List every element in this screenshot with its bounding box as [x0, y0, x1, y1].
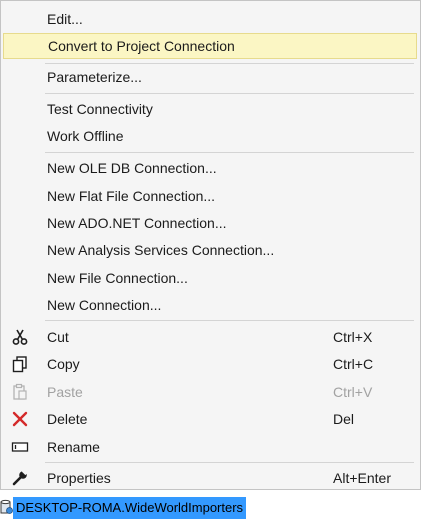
delete-x-icon [11, 410, 29, 428]
menu-item-label: New Analysis Services Connection... [47, 242, 275, 258]
connection-node-label: DESKTOP-ROMA.WideWorldImporters [13, 497, 247, 519]
wrench-icon [11, 468, 29, 487]
menu-item-work-offline[interactable]: Work Offline [3, 123, 417, 149]
menu-item-paste[interactable]: Paste Ctrl+V [3, 379, 417, 405]
paste-icon [11, 383, 29, 401]
menu-item-new-connection[interactable]: New Connection... [3, 292, 417, 318]
menu-item-label: New Flat File Connection... [47, 188, 216, 204]
menu-item-rename[interactable]: Rename [3, 434, 417, 460]
menu-item-label: Properties [47, 470, 111, 486]
menu-item-convert-to-project-connection[interactable]: Convert to Project Connection [3, 33, 417, 59]
menu-item-label: Convert to Project Connection [48, 38, 235, 54]
menu-item-label: New OLE DB Connection... [47, 160, 217, 176]
menu-item-label: Edit... [47, 11, 83, 27]
menu-item-label: Parameterize... [47, 69, 142, 85]
menu-item-new-analysis-services-connection[interactable]: New Analysis Services Connection... [3, 237, 417, 263]
menu-item-copy[interactable]: Copy Ctrl+C [3, 351, 417, 377]
menu-item-cut[interactable]: Cut Ctrl+X [3, 324, 417, 350]
connection-manager-icon [0, 499, 14, 515]
menu-item-shortcut: Ctrl+V [333, 384, 373, 400]
menu-separator [45, 152, 414, 153]
menu-item-label: New File Connection... [47, 270, 188, 286]
menu-item-label: Work Offline [47, 128, 124, 144]
menu-item-label: Cut [47, 329, 69, 345]
copy-icon [11, 355, 29, 373]
menu-item-new-oledb-connection[interactable]: New OLE DB Connection... [3, 155, 417, 181]
menu-item-label: New Connection... [47, 297, 162, 313]
menu-separator [45, 462, 414, 463]
menu-item-shortcut: Ctrl+X [333, 329, 373, 345]
menu-separator [45, 93, 414, 94]
menu-item-edit[interactable]: Edit... [3, 6, 417, 32]
context-menu: Edit... Convert to Project Connection Pa… [0, 0, 421, 490]
menu-item-test-connectivity[interactable]: Test Connectivity [3, 96, 417, 122]
menu-item-label: Test Connectivity [47, 101, 153, 117]
menu-item-label: Copy [47, 356, 80, 372]
rename-icon [11, 438, 29, 456]
menu-item-new-flat-file-connection[interactable]: New Flat File Connection... [3, 183, 417, 209]
menu-item-shortcut: Alt+Enter [333, 470, 391, 486]
menu-item-label: New ADO.NET Connection... [47, 215, 227, 231]
menu-item-delete[interactable]: Delete Del [3, 406, 417, 432]
menu-item-shortcut: Ctrl+C [333, 356, 374, 372]
menu-item-label: Rename [47, 439, 100, 455]
menu-item-properties[interactable]: Properties Alt+Enter [3, 465, 417, 491]
menu-item-new-file-connection[interactable]: New File Connection... [3, 265, 417, 291]
menu-separator [45, 320, 414, 321]
scissors-icon [11, 328, 29, 346]
menu-item-new-adonet-connection[interactable]: New ADO.NET Connection... [3, 210, 417, 236]
menu-item-label: Paste [47, 384, 83, 400]
menu-item-label: Delete [47, 411, 88, 427]
menu-item-parameterize[interactable]: Parameterize... [3, 64, 417, 90]
menu-item-shortcut: Del [333, 411, 355, 427]
